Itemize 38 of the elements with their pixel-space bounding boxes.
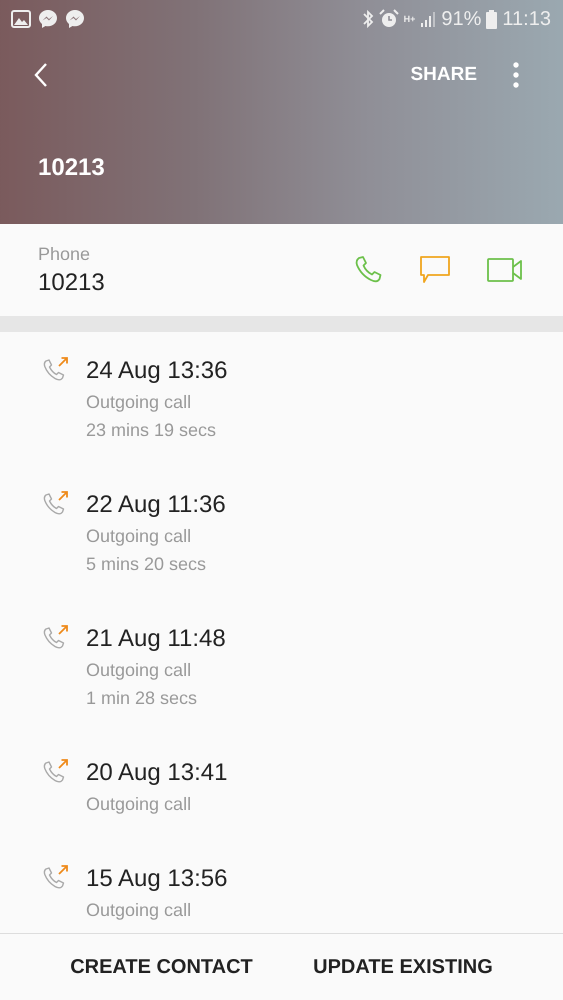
call-date: 20 Aug 13:41 — [86, 758, 228, 788]
call-date: 15 Aug 13:56 — [86, 864, 228, 894]
network-type: H+ — [404, 14, 416, 24]
outgoing-call-icon — [42, 864, 70, 890]
call-type: Outgoing call — [86, 659, 192, 682]
call-type: Outgoing call — [86, 525, 192, 548]
call-type: Outgoing call — [86, 899, 192, 922]
signal-icon — [420, 10, 436, 28]
more-options-icon[interactable] — [513, 62, 519, 88]
messenger-icon — [65, 9, 85, 29]
call-type: Outgoing call — [86, 391, 192, 414]
call-type: Outgoing call — [86, 793, 192, 816]
call-duration: 23 mins 19 secs — [86, 419, 218, 442]
message-button[interactable] — [419, 255, 451, 285]
video-call-button[interactable] — [487, 257, 523, 283]
bluetooth-icon — [362, 9, 374, 29]
call-duration: 5 mins 20 secs — [86, 553, 208, 576]
back-icon[interactable] — [34, 62, 48, 88]
update-existing-button[interactable]: UPDATE EXISTING — [313, 956, 493, 978]
call-date: 24 Aug 13:36 — [86, 356, 228, 386]
call-duration: 1 min 28 secs — [86, 687, 198, 710]
outgoing-call-icon — [42, 624, 70, 650]
call-date: 21 Aug 11:48 — [86, 624, 226, 654]
battery-icon — [486, 10, 498, 28]
phone-number: 10213 — [38, 268, 105, 296]
outgoing-call-icon — [42, 758, 70, 784]
create-contact-button[interactable]: CREATE CONTACT — [70, 956, 253, 978]
alarm-icon — [378, 9, 399, 29]
image-icon — [11, 10, 31, 28]
outgoing-call-icon — [42, 356, 70, 382]
messenger-icon — [38, 9, 58, 29]
call-button[interactable] — [353, 255, 383, 285]
phone-label: Phone — [38, 244, 92, 264]
call-date: 22 Aug 11:36 — [86, 490, 226, 520]
clock: 11:13 — [502, 8, 551, 30]
outgoing-call-icon — [42, 490, 70, 516]
battery-percent: 91% — [441, 8, 482, 30]
contact-title: 10213 — [37, 154, 106, 182]
